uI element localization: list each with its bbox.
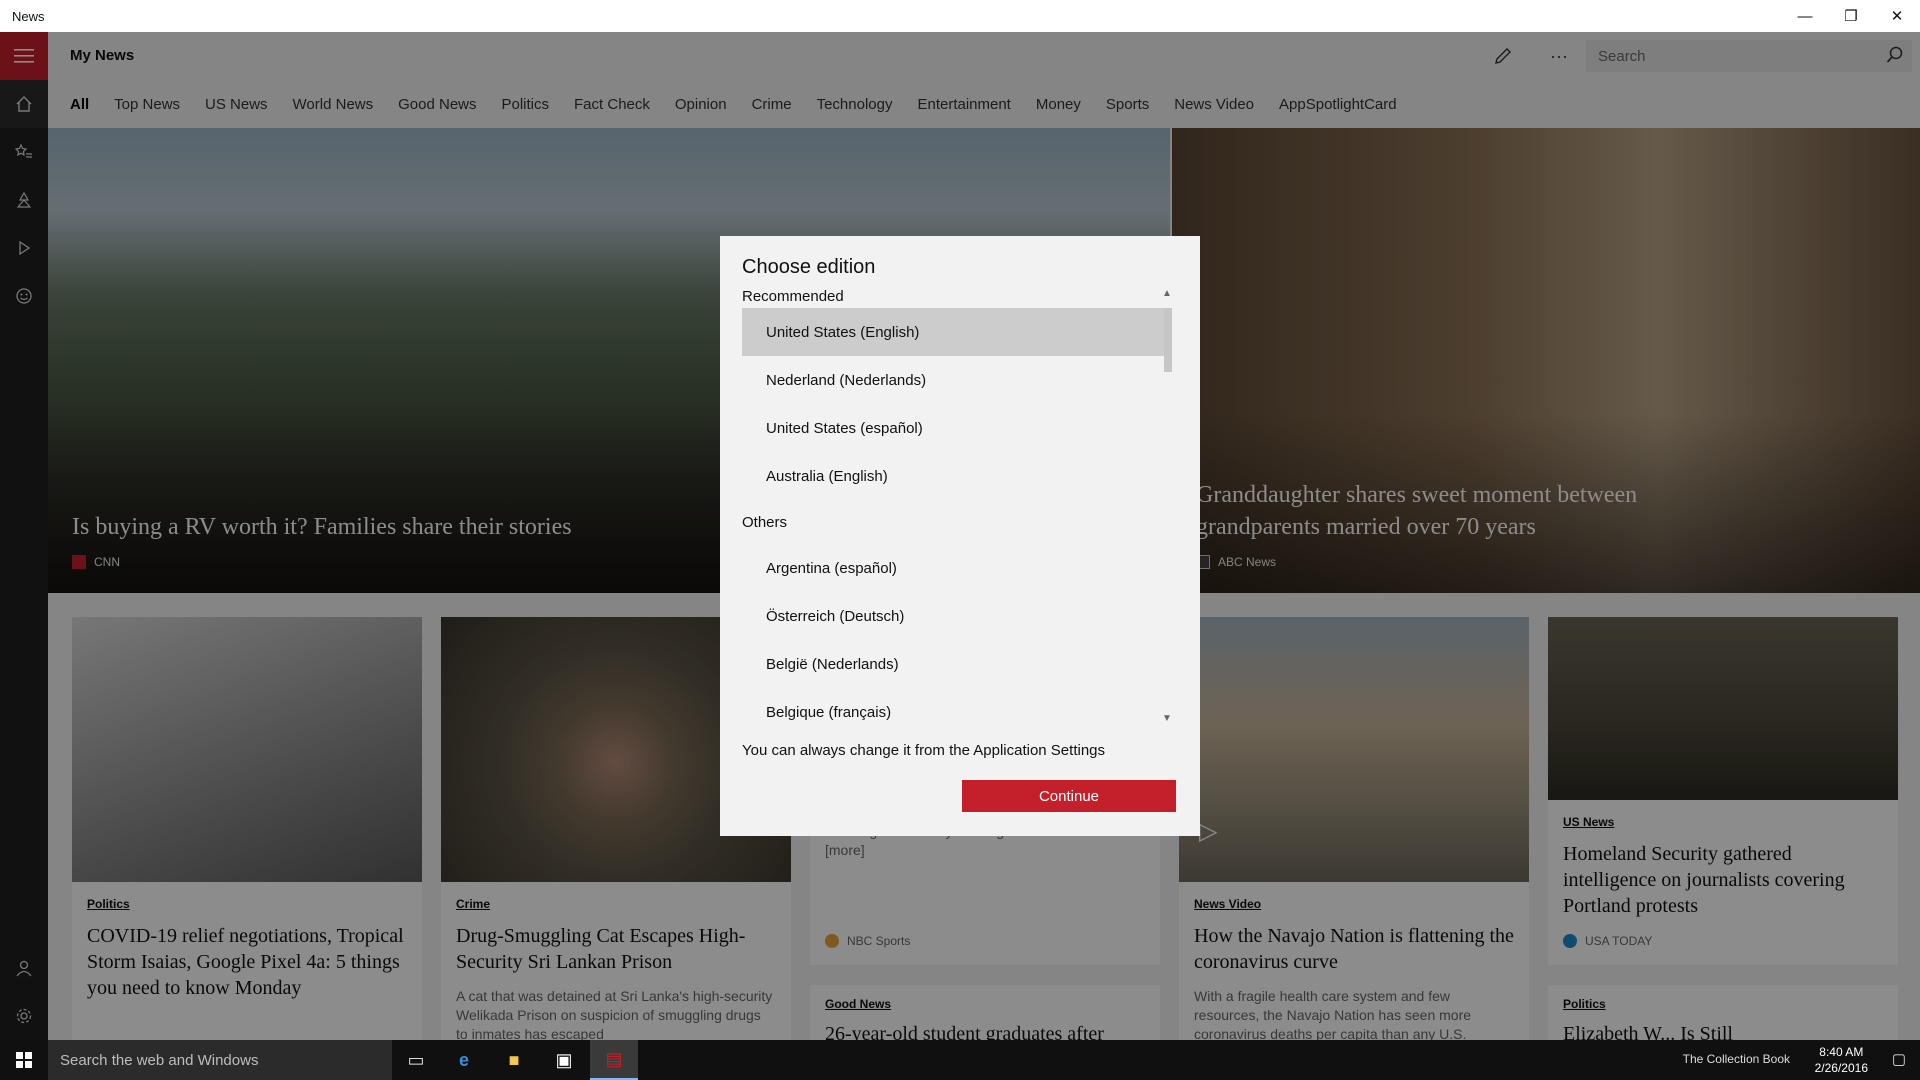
- settings-note: You can always change it from the Applic…: [742, 742, 1106, 759]
- window-controls: — ❐ ✕: [1782, 0, 1920, 32]
- app-title: News: [12, 8, 45, 24]
- choose-edition-dialog: Choose edition Recommended ▲ United Stat…: [720, 236, 1200, 836]
- edition-item-us-es[interactable]: United States (español): [742, 404, 1164, 452]
- windows-icon: [16, 1052, 32, 1068]
- taskbar-search[interactable]: Search the web and Windows: [48, 1040, 392, 1080]
- recommended-heading: Recommended: [742, 288, 844, 305]
- restore-button[interactable]: ❐: [1828, 0, 1874, 32]
- minimize-button[interactable]: —: [1782, 0, 1828, 32]
- store-icon[interactable]: ▣: [540, 1040, 588, 1080]
- taskbar: Search the web and Windows ▭ e ■ ▣ ▤ The…: [0, 1040, 1920, 1080]
- edition-item-au[interactable]: Australia (English): [742, 452, 1164, 500]
- continue-button[interactable]: Continue: [962, 780, 1176, 812]
- edition-item-us-en[interactable]: United States (English): [742, 308, 1164, 356]
- folder-icon[interactable]: ■: [490, 1040, 538, 1080]
- clock-date: 2/26/2016: [1814, 1061, 1868, 1075]
- close-button[interactable]: ✕: [1874, 0, 1920, 32]
- clock[interactable]: 8:40 AM 2/26/2016: [1815, 1044, 1868, 1076]
- edition-item-at[interactable]: Österreich (Deutsch): [742, 592, 1164, 640]
- edition-item-nl[interactable]: Nederland (Nederlands): [742, 356, 1164, 404]
- edition-item-be-nl[interactable]: België (Nederlands): [742, 640, 1164, 688]
- scroll-down-icon[interactable]: ▼: [1162, 713, 1172, 724]
- clock-time: 8:40 AM: [1819, 1045, 1864, 1059]
- scrollbar-thumb[interactable]: [1164, 308, 1172, 372]
- notification-icon[interactable]: ▢: [1892, 1050, 1906, 1068]
- others-heading: Others: [742, 513, 788, 531]
- edge-icon[interactable]: e: [440, 1040, 488, 1080]
- task-view-icon[interactable]: ▭: [392, 1040, 440, 1080]
- dialog-title: Choose edition: [742, 256, 876, 278]
- start-button[interactable]: [0, 1040, 48, 1080]
- news-icon[interactable]: ▤: [590, 1040, 638, 1080]
- taskbar-watermark: The Collection Book: [1682, 1052, 1790, 1066]
- title-bar: News — ❐ ✕: [0, 0, 1920, 32]
- edition-item-be-fr[interactable]: Belgique (français): [742, 688, 1164, 736]
- scroll-up-icon[interactable]: ▲: [1162, 288, 1172, 299]
- edition-item-ar[interactable]: Argentina (español): [742, 544, 1164, 592]
